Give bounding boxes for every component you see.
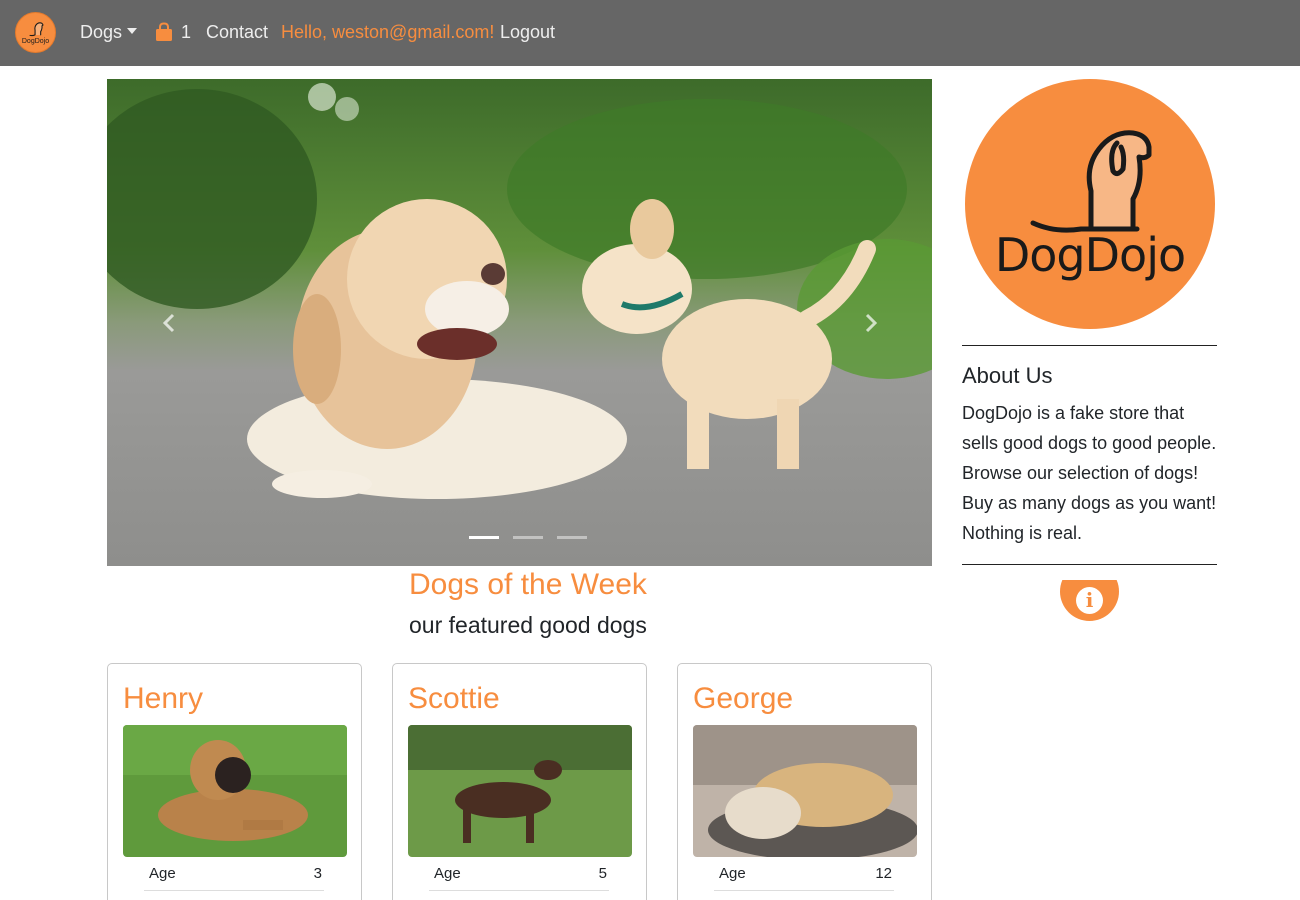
dog-card-name[interactable]: Scottie [408, 681, 500, 717]
divider [714, 890, 894, 891]
nav-logo[interactable]: DogDojo [15, 12, 56, 53]
nav-contact-link[interactable]: Contact [206, 21, 268, 43]
dog-card-image[interactable] [123, 725, 347, 857]
nav-greeting: Hello, weston@gmail.com! [281, 22, 495, 42]
featured-title: Dogs of the Week [409, 568, 647, 601]
dog-card[interactable]: Scottie Age 5 [392, 663, 647, 900]
cart-count: 1 [181, 22, 192, 42]
featured-subtitle: our featured good dogs [409, 612, 647, 638]
dog-logo-icon [28, 21, 44, 36]
divider [962, 564, 1217, 565]
dog-card[interactable]: Henry Age 3 [107, 663, 362, 900]
dog-photo-henry [123, 725, 347, 857]
carousel-slide-image [107, 79, 932, 566]
hero-carousel[interactable] [107, 79, 932, 566]
nav-logo-text: DogDojo [21, 37, 50, 45]
logo-text: DogDojo [994, 228, 1186, 282]
chevron-left-icon [162, 313, 175, 333]
dog-card[interactable]: George Age 12 [677, 663, 932, 900]
nav-logout-link[interactable]: Logout [500, 21, 555, 43]
dog-card-image[interactable] [408, 725, 632, 857]
dog-card-age-label: Age [434, 865, 461, 882]
caret-down-icon [127, 28, 138, 34]
carousel-next-button[interactable] [860, 312, 880, 334]
dog-card-name[interactable]: Henry [123, 681, 203, 717]
nav-cart[interactable]: 1 [154, 21, 191, 43]
dog-logo-icon [1030, 130, 1152, 233]
dog-card-age-value: 5 [598, 865, 607, 882]
divider [144, 890, 324, 891]
dog-photo-scottie [408, 725, 632, 857]
dog-card-age-label: Age [149, 865, 176, 882]
divider [962, 345, 1217, 346]
carousel-indicator[interactable] [513, 536, 543, 539]
dog-card-age-value: 12 [875, 865, 892, 882]
nav-dogs-dropdown[interactable]: Dogs [80, 21, 138, 43]
dog-card-name[interactable]: George [693, 681, 793, 717]
chevron-right-icon [865, 313, 878, 333]
carousel-indicators [469, 536, 587, 539]
about-title: About Us [962, 363, 1053, 388]
dog-card-age-label: Age [719, 865, 746, 882]
info-icon: i [1076, 587, 1103, 614]
divider [429, 890, 609, 891]
carousel-prev-button[interactable] [160, 312, 180, 334]
info-button[interactable]: i [1060, 580, 1119, 621]
about-line: Nothing is real. [962, 523, 1083, 543]
dog-card-image[interactable] [693, 725, 917, 857]
dog-card-age-value: 3 [313, 865, 322, 882]
carousel-indicator[interactable] [469, 536, 499, 539]
dogdojo-logo: DogDojo [965, 79, 1215, 329]
about-line: sells good dogs to good people. [962, 433, 1217, 453]
carousel-indicator[interactable] [557, 536, 587, 539]
nav-dogs-label: Dogs [80, 22, 123, 42]
navbar: DogDojo Dogs 1 Contact Hello, weston@gma… [0, 0, 1300, 66]
shopping-bag-icon [156, 22, 172, 41]
about-line: Browse our selection of dogs! [962, 463, 1199, 483]
info-glyph: i [1085, 588, 1094, 612]
about-text: DogDojo is a fake store that sells good … [962, 398, 1222, 548]
about-line: Buy as many dogs as you want! [962, 493, 1217, 513]
dog-photo-george [693, 725, 917, 857]
about-line: DogDojo is a fake store that [962, 403, 1185, 423]
